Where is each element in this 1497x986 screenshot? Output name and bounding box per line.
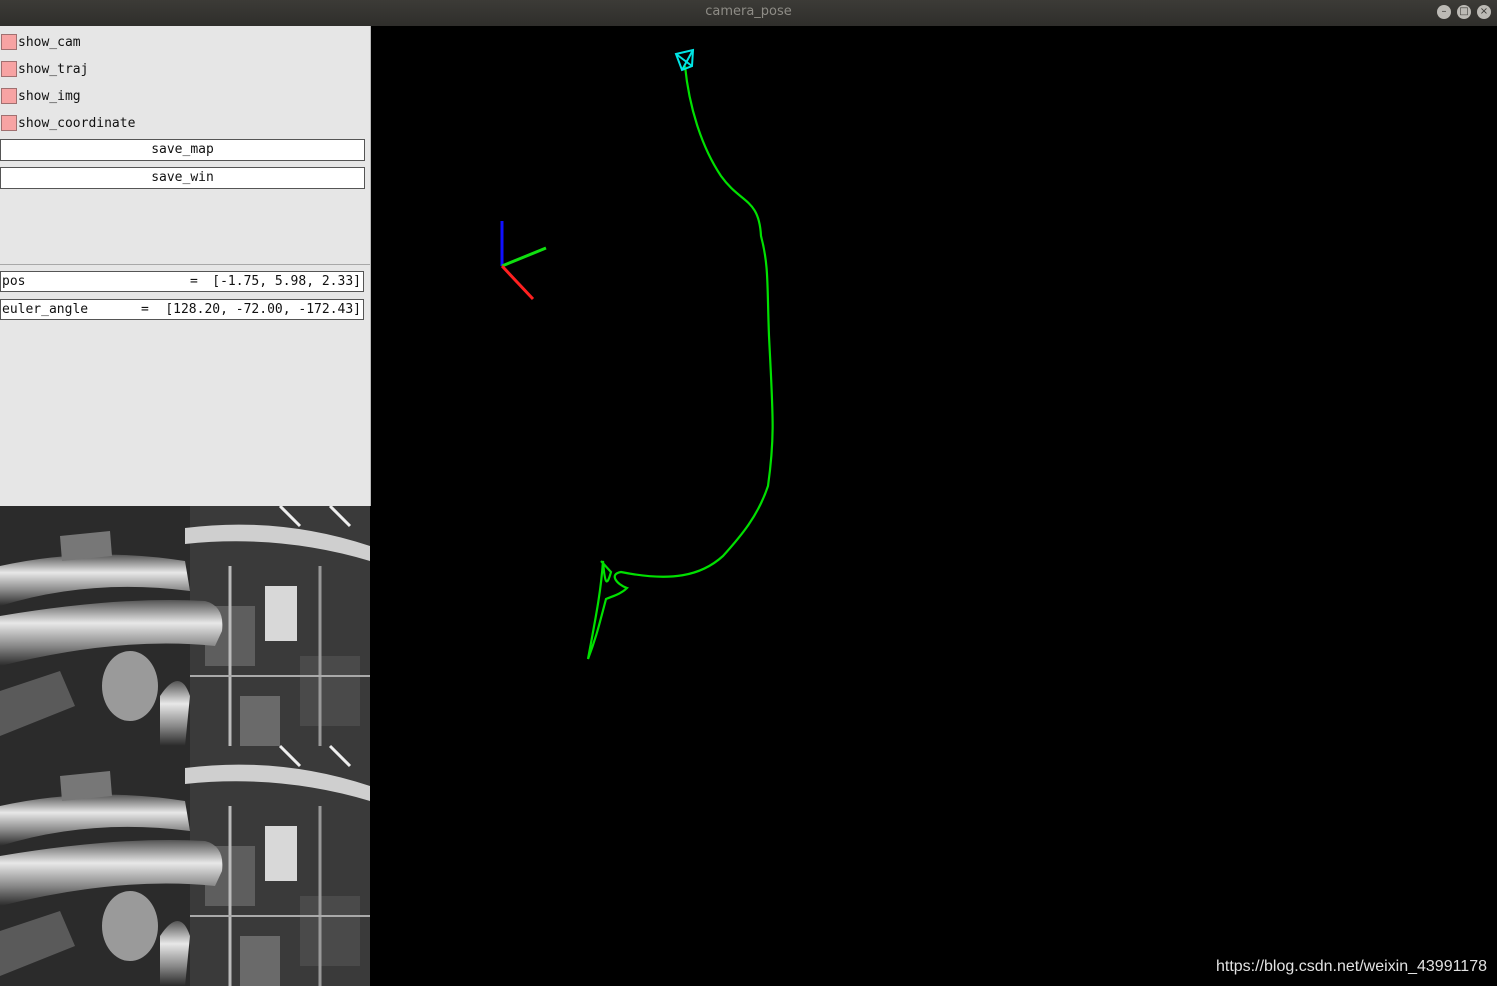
var-value: [128.20, -72.00, -172.43]	[165, 302, 361, 317]
stereo-image-preview	[0, 506, 370, 986]
camera-image-view	[0, 506, 370, 986]
checkbox-icon[interactable]	[1, 61, 17, 77]
checkbox-icon[interactable]	[1, 34, 17, 50]
var-value: [-1.75, 5.98, 2.33]	[212, 274, 361, 289]
checkbox-label: show_cam	[18, 35, 81, 50]
viewer-background	[371, 26, 1497, 986]
checkbox-label: show_traj	[18, 62, 89, 77]
maximize-icon[interactable]: □	[1457, 5, 1471, 19]
window-title: camera_pose	[705, 4, 792, 19]
watermark-text: https://blog.csdn.net/weixin_43991178	[1215, 958, 1487, 975]
show-cam-checkbox[interactable]: show_cam	[0, 32, 360, 54]
save-map-button[interactable]: save_map	[0, 139, 365, 161]
panel-divider	[0, 264, 370, 265]
euler-angle-field[interactable]: euler_angle = [128.20, -72.00, -172.43]	[0, 299, 364, 320]
checkbox-icon[interactable]	[1, 115, 17, 131]
checkbox-label: show_coordinate	[18, 116, 136, 131]
var-label: pos	[2, 274, 26, 289]
control-panel: show_cam show_traj show_img show_coordin…	[0, 26, 371, 506]
title-bar: camera_pose – □ ×	[0, 0, 1497, 26]
var-label: euler_angle	[2, 302, 89, 317]
show-img-checkbox[interactable]: show_img	[0, 86, 360, 108]
show-coordinate-checkbox[interactable]: show_coordinate	[0, 113, 360, 135]
checkbox-icon[interactable]	[1, 88, 17, 104]
save-win-button[interactable]: save_win	[0, 167, 365, 189]
checkbox-label: show_img	[18, 89, 81, 104]
minimize-icon[interactable]: –	[1437, 5, 1451, 19]
var-equals: =	[141, 302, 149, 317]
pos-field[interactable]: pos = [-1.75, 5.98, 2.33]	[0, 271, 364, 292]
close-icon[interactable]: ×	[1477, 5, 1491, 19]
show-traj-checkbox[interactable]: show_traj	[0, 59, 360, 81]
var-equals: =	[190, 274, 198, 289]
3d-viewer-canvas[interactable]	[371, 26, 1497, 986]
